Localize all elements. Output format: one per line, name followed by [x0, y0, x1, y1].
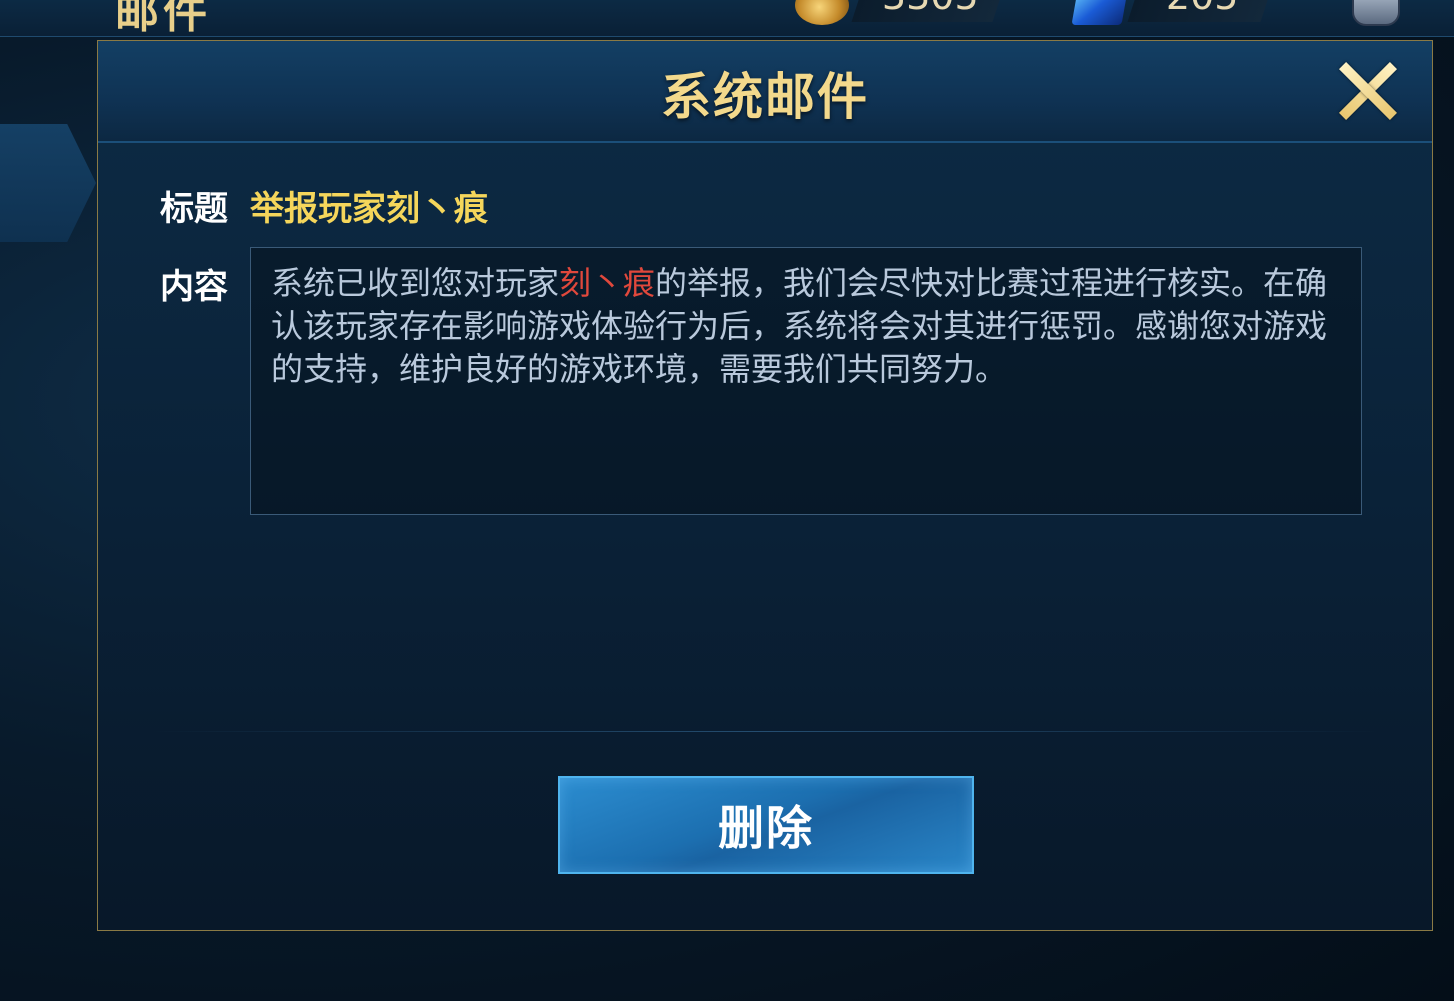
- shield-counter: [1352, 0, 1400, 26]
- dialog-title: 系统邮件: [661, 68, 869, 126]
- gold-value: 3305: [882, 0, 979, 18]
- reported-player-name: 刻丶痕: [559, 264, 656, 302]
- gold-counter: 3305: [795, 0, 1004, 25]
- delete-button-label: 删除: [718, 801, 814, 855]
- top-bar: 邮件 3305 205: [0, 0, 1454, 38]
- system-mail-dialog: 系统邮件 标题 举报玩家刻丶痕 内容 系统已收到您对玩家刻丶痕的举报，我们会尽快…: [97, 40, 1433, 931]
- page-title: 邮件: [115, 0, 211, 38]
- divider: [153, 731, 1379, 732]
- diamond-pill: 205: [1127, 0, 1272, 22]
- subject-label: 标题: [160, 189, 228, 229]
- subject-value: 举报玩家刻丶痕: [250, 189, 488, 229]
- content-box: 系统已收到您对玩家刻丶痕的举报，我们会尽快对比赛过程进行核实。在确认该玩家存在影…: [250, 247, 1362, 515]
- content-part1: 系统已收到您对玩家: [271, 264, 560, 302]
- gold-pill: 3305: [851, 0, 1004, 22]
- content-label: 内容: [160, 267, 228, 307]
- close-icon[interactable]: [1336, 59, 1398, 121]
- mail-content: 系统已收到您对玩家刻丶痕的举报，我们会尽快对比赛过程进行核实。在确认该玩家存在影…: [271, 262, 1341, 391]
- shield-icon: [1352, 0, 1400, 26]
- coin-icon: [795, 0, 849, 25]
- delete-button[interactable]: 删除: [558, 776, 974, 874]
- dialog-header: 系统邮件: [98, 41, 1432, 143]
- side-tab: [0, 124, 96, 242]
- diamond-counter: 205: [1071, 0, 1272, 25]
- gem-icon: [1071, 0, 1129, 25]
- game-screen: 邮件 3305 205 系统邮件 标题 举报玩家刻丶痕 内容 系统已收到您对玩家…: [0, 0, 1454, 1001]
- diamond-value: 205: [1166, 0, 1239, 18]
